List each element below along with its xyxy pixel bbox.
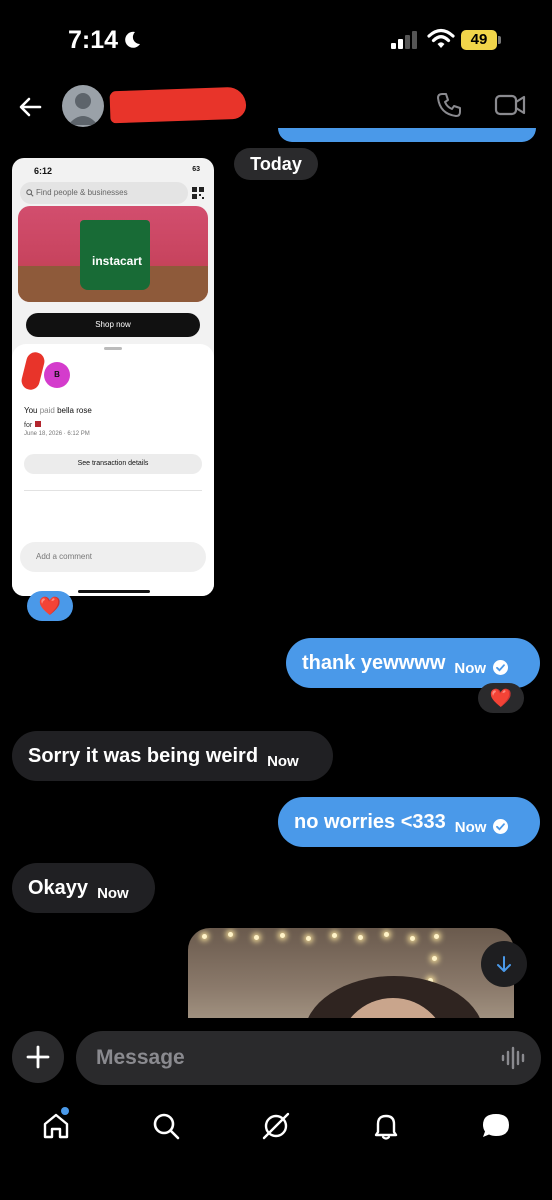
string-light <box>358 935 363 940</box>
promo-brand: instacart <box>92 254 143 268</box>
string-light <box>228 932 233 937</box>
grok-icon[interactable] <box>260 1110 292 1142</box>
message-time: Now <box>454 818 487 836</box>
heart-reaction[interactable]: ❤️ <box>27 591 73 621</box>
screenshot-battery: 63 <box>192 166 200 173</box>
battery-tip <box>498 36 501 44</box>
qr-code-icon <box>192 187 204 199</box>
string-light <box>384 932 389 937</box>
gift-icon <box>35 421 42 427</box>
default-avatar-icon <box>68 93 98 125</box>
seen-check-icon <box>493 819 509 834</box>
message-text: Sorry it was being weird <box>28 744 259 767</box>
notifications-icon[interactable] <box>370 1110 402 1142</box>
message-bubble-incoming[interactable]: Okayy Now <box>12 863 155 913</box>
screenshot-search-placeholder: Find people & businesses <box>36 188 128 197</box>
string-light <box>306 936 311 941</box>
message-text: no worries <333 <box>294 810 446 833</box>
message-text: thank yewwww <box>302 651 446 674</box>
sheet-handle <box>104 347 122 350</box>
payment-date: June 18, 2026 · 6:12 PM <box>24 431 90 437</box>
cellular-signal-icon <box>391 31 417 49</box>
string-light <box>410 936 415 941</box>
search-icon[interactable] <box>150 1110 182 1142</box>
string-light <box>434 934 439 939</box>
for-label: for <box>24 422 33 429</box>
string-light <box>280 933 285 938</box>
payee: bella rose <box>57 406 92 415</box>
phone-icon[interactable] <box>434 90 464 120</box>
paid-verb: paid <box>39 406 55 415</box>
screenshot-payment-sheet: B You paid bella rose for June 18, 2026 … <box>12 344 214 596</box>
heart-reaction[interactable]: ❤️ <box>478 683 524 713</box>
add-attachment-button[interactable] <box>12 1031 64 1083</box>
plus-icon <box>26 1045 50 1069</box>
message-text: Okayy <box>28 876 89 899</box>
messages-icon[interactable] <box>480 1110 512 1142</box>
battery-indicator: 49 <box>461 30 501 50</box>
scroll-to-bottom-button[interactable] <box>481 941 527 987</box>
redacted-avatar <box>19 350 47 392</box>
date-separator: Today <box>234 148 318 180</box>
message-input[interactable] <box>76 1031 541 1085</box>
battery-level: 49 <box>461 30 497 50</box>
comment-field: Add a comment <box>20 542 206 572</box>
message-time: Now <box>454 659 487 677</box>
string-light <box>332 933 337 938</box>
screenshot-time: 6:12 <box>34 166 53 176</box>
home-icon[interactable] <box>40 1110 72 1142</box>
notification-dot <box>61 1107 69 1115</box>
status-bar: 7:14 49 <box>0 0 552 80</box>
payment-for: for <box>24 419 42 429</box>
screenshot-promo-banner: instacart <box>18 206 208 302</box>
voice-message-icon[interactable] <box>500 1044 528 1072</box>
moon-icon <box>125 31 140 48</box>
seen-check-icon <box>493 660 509 675</box>
message-bubble-outgoing[interactable]: thank yewwww Now <box>286 638 540 688</box>
recipient-avatar: B <box>44 362 70 388</box>
payment-summary: You paid bella rose <box>24 406 92 415</box>
message-time: Now <box>97 884 129 902</box>
back-icon[interactable] <box>16 92 46 122</box>
arrow-down-icon <box>497 956 511 972</box>
payer: You <box>24 406 38 415</box>
screenshot-shop-button: Shop now <box>26 313 200 337</box>
search-icon <box>26 189 34 197</box>
string-light <box>432 956 437 961</box>
shared-photo[interactable] <box>188 928 514 1028</box>
string-light <box>254 935 259 940</box>
transaction-details-button: See transaction details <box>24 454 202 474</box>
message-bubble-outgoing[interactable]: no worries <333 Now <box>278 797 540 847</box>
string-light <box>202 934 207 939</box>
previous-message-edge <box>278 128 536 142</box>
shared-screenshot[interactable]: 6:12 63 Find people & businesses instaca… <box>12 158 214 596</box>
divider <box>24 490 202 491</box>
home-indicator <box>78 590 150 593</box>
redacted-contact-name <box>109 86 247 124</box>
status-time: 7:14 <box>68 26 119 54</box>
message-time: Now <box>267 752 299 770</box>
wifi-icon <box>427 28 455 48</box>
video-call-icon[interactable] <box>494 92 526 118</box>
screenshot-search-bar: Find people & businesses <box>20 182 188 204</box>
message-bubble-incoming[interactable]: Sorry it was being weird Now <box>12 731 333 781</box>
contact-avatar[interactable] <box>62 85 104 127</box>
